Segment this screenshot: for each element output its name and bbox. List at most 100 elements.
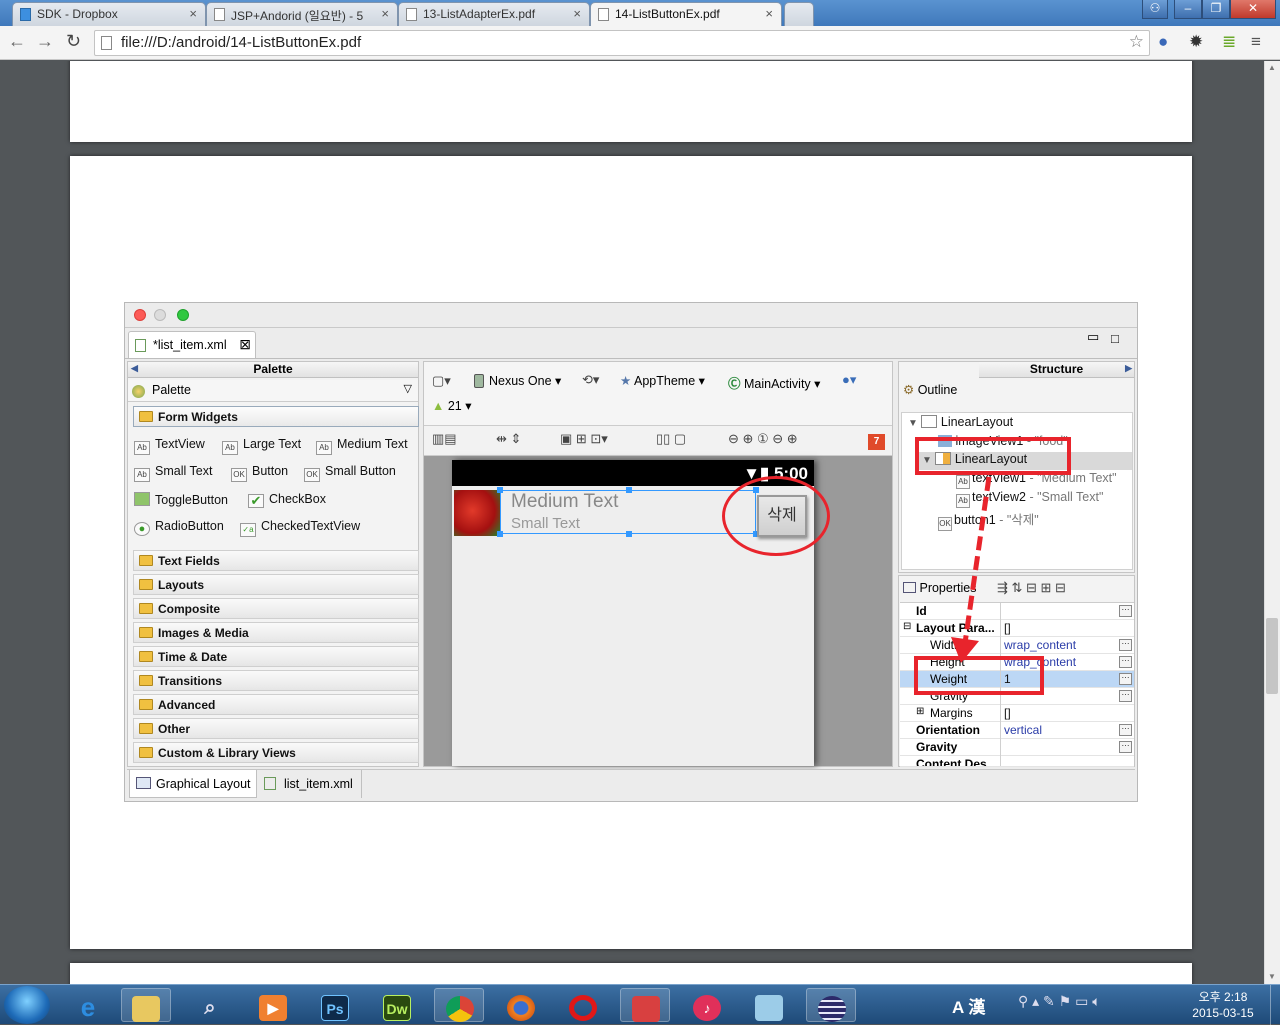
prop-row-id[interactable]: Id ··· xyxy=(900,603,1134,620)
error-badge[interactable]: 7 xyxy=(868,434,885,450)
scroll-down-icon[interactable]: ▼ xyxy=(1268,972,1276,981)
minimize-button[interactable]: – xyxy=(1174,0,1202,19)
taskbar-app-media[interactable]: ▶ xyxy=(248,988,298,1022)
taskbar-app-opera[interactable] xyxy=(558,988,608,1022)
prop-row-orientation[interactable]: Orientation vertical ··· xyxy=(900,722,1134,739)
taskbar-app-firefox[interactable] xyxy=(496,988,546,1022)
more-icon[interactable]: ··· xyxy=(1119,639,1132,651)
food-image[interactable] xyxy=(454,490,500,536)
prop-row-gravity-2[interactable]: Gravity ··· xyxy=(900,739,1134,756)
maximize-button[interactable]: ❐ xyxy=(1202,0,1230,19)
preview-small-text[interactable]: Small Text xyxy=(511,515,580,532)
close-icon[interactable]: × xyxy=(765,6,773,21)
close-icon[interactable]: × xyxy=(189,6,197,21)
taskbar-app-eclipse[interactable] xyxy=(806,988,856,1022)
category-text-fields[interactable]: Text Fields xyxy=(133,550,419,571)
more-icon[interactable]: ··· xyxy=(1119,690,1132,702)
widget-small-text[interactable]: Ab Small Text xyxy=(134,464,212,482)
tree-node-root-linearlayout[interactable]: ▼ LinearLayout xyxy=(908,415,1013,429)
config-icon[interactable]: ▢▾ xyxy=(432,373,451,389)
category-time-date[interactable]: Time & Date xyxy=(133,646,419,667)
close-icon[interactable]: ⊠ xyxy=(239,336,251,353)
minimize-view-icon[interactable]: ▭ xyxy=(1087,329,1099,345)
selection-handle[interactable] xyxy=(497,487,503,493)
widget-large-text[interactable]: Ab Large Text xyxy=(222,437,301,455)
taskbar-app-photoshop[interactable]: Ps xyxy=(310,988,360,1022)
activity-selector[interactable]: Ⓒ MainActivity ▾ xyxy=(728,373,820,392)
maximize-view-icon[interactable]: □ xyxy=(1111,331,1119,346)
vertical-scrollbar[interactable]: ▲ ▼ xyxy=(1264,61,1280,984)
scrollbar-thumb[interactable] xyxy=(1266,618,1278,694)
expand-arrow-icon[interactable]: ▶ xyxy=(1125,363,1132,374)
prop-value[interactable]: vertical xyxy=(1004,723,1042,737)
outline-tree[interactable]: ▼ LinearLayout imageView1 - "food" ▼ Lin… xyxy=(901,412,1133,570)
prop-row-margins[interactable]: ⊞ Margins[] xyxy=(900,705,1134,722)
category-composite[interactable]: Composite xyxy=(133,598,419,619)
taskbar-app-chrome[interactable] xyxy=(434,988,484,1022)
back-arrow-icon[interactable]: ← xyxy=(8,31,26,52)
category-advanced[interactable]: Advanced xyxy=(133,694,419,715)
selection-handle[interactable] xyxy=(626,531,632,537)
canvas[interactable]: ▼▮ 5:00 Medium Text Small Text 삭제 xyxy=(424,456,892,766)
widget-button[interactable]: OK Button xyxy=(231,464,288,482)
locale-globe-icon[interactable]: ●▾ xyxy=(842,372,856,388)
baseline-icon[interactable]: ▣ ⊞ ⊡▾ xyxy=(560,431,608,447)
taskbar-app-notepad[interactable] xyxy=(744,988,794,1022)
tab-graphical-layout[interactable]: Graphical Layout xyxy=(129,770,257,798)
tray-icons[interactable]: ⚲ ▴ ✎ ⚑ ▭ 🔈︎ xyxy=(1018,993,1101,1010)
selection-handle[interactable] xyxy=(497,531,503,537)
widget-checkedtextview[interactable]: ✓a CheckedTextView xyxy=(240,519,360,537)
more-icon[interactable]: ··· xyxy=(1119,673,1132,685)
widget-togglebutton[interactable]: ToggleButton xyxy=(134,492,228,507)
category-custom-library[interactable]: Custom & Library Views xyxy=(133,742,419,763)
tab-jsp-android[interactable]: JSP+Andorid (일요반) - 5 × xyxy=(206,2,398,26)
window-close-button[interactable]: ✕ xyxy=(1230,0,1276,19)
reload-icon[interactable]: ↻ xyxy=(66,31,81,52)
scroll-up-icon[interactable]: ▲ xyxy=(1268,63,1276,72)
zoom-controls-icon[interactable]: ⊖ ⊕ ① ⊖ ⊕ xyxy=(728,431,798,447)
prop-row-content-description[interactable]: Content Des... xyxy=(900,756,1134,767)
tab-list-item-xml[interactable]: list_item.xml xyxy=(258,770,362,798)
split-view-icon[interactable]: ▯▯ ▢ xyxy=(656,431,686,447)
inner-linearlayout-selection[interactable]: Medium Text Small Text xyxy=(497,487,759,537)
taskbar-app-dreamweaver[interactable]: Dw xyxy=(372,988,422,1022)
prop-row-layout-params[interactable]: ⊟ Layout Para...[] xyxy=(900,620,1134,637)
fill-width-icon[interactable]: ⇹ ⇕ xyxy=(496,431,521,447)
more-icon[interactable]: ··· xyxy=(1119,656,1132,668)
close-icon[interactable]: × xyxy=(381,6,389,21)
device-selector[interactable]: Nexus One ▾ xyxy=(474,373,561,388)
user-icon[interactable]: ⚇ xyxy=(1142,0,1168,19)
tab-listadapterex[interactable]: 13-ListAdapterEx.pdf × xyxy=(398,2,590,26)
tab-listbuttonex[interactable]: 14-ListButtonEx.pdf × xyxy=(590,2,782,26)
taskbar-app-misc[interactable] xyxy=(620,988,670,1022)
category-transitions[interactable]: Transitions xyxy=(133,670,419,691)
taskbar-app-search[interactable]: ⌕ xyxy=(185,988,235,1022)
show-desktop-button[interactable] xyxy=(1270,985,1280,1025)
category-form-widgets[interactable]: Form Widgets xyxy=(133,406,419,427)
more-icon[interactable]: ··· xyxy=(1119,741,1132,753)
collapse-arrow-icon[interactable]: ◀ xyxy=(131,363,138,374)
rotate-icon[interactable]: ⟲▾ xyxy=(582,372,599,388)
clock[interactable]: 오후 2:18 2015-03-15 xyxy=(1180,989,1266,1021)
preview-medium-text[interactable]: Medium Text xyxy=(511,491,618,513)
more-icon[interactable]: ··· xyxy=(1119,724,1132,736)
widget-textview[interactable]: Ab TextView xyxy=(134,437,205,455)
menu-icon[interactable]: ≡ xyxy=(1251,32,1261,52)
widget-radiobutton[interactable]: ● RadioButton xyxy=(134,519,224,536)
editor-tab[interactable]: *list_item.xml ⊠ xyxy=(128,331,256,358)
forward-arrow-icon[interactable]: → xyxy=(36,31,54,52)
extension-icon[interactable]: ≣ xyxy=(1222,32,1236,52)
prop-value[interactable]: wrap_content xyxy=(1004,638,1076,652)
widget-medium-text[interactable]: Ab Medium Text xyxy=(316,437,408,455)
category-images-media[interactable]: Images & Media xyxy=(133,622,419,643)
star-icon[interactable]: ☆ xyxy=(1129,32,1144,52)
ime-indicator[interactable]: A 漢 xyxy=(952,993,985,1018)
address-bar[interactable]: file:///D:/android/14-ListButtonEx.pdf ☆ xyxy=(94,30,1150,56)
taskbar-app-itunes[interactable]: ♪ xyxy=(682,988,732,1022)
globe-icon[interactable]: ● xyxy=(1158,32,1168,52)
more-icon[interactable]: ··· xyxy=(1119,605,1132,617)
prop-value[interactable]: [] xyxy=(1004,621,1011,635)
category-other[interactable]: Other xyxy=(133,718,419,739)
category-layouts[interactable]: Layouts xyxy=(133,574,419,595)
taskbar-app-ie[interactable]: e xyxy=(63,988,113,1022)
